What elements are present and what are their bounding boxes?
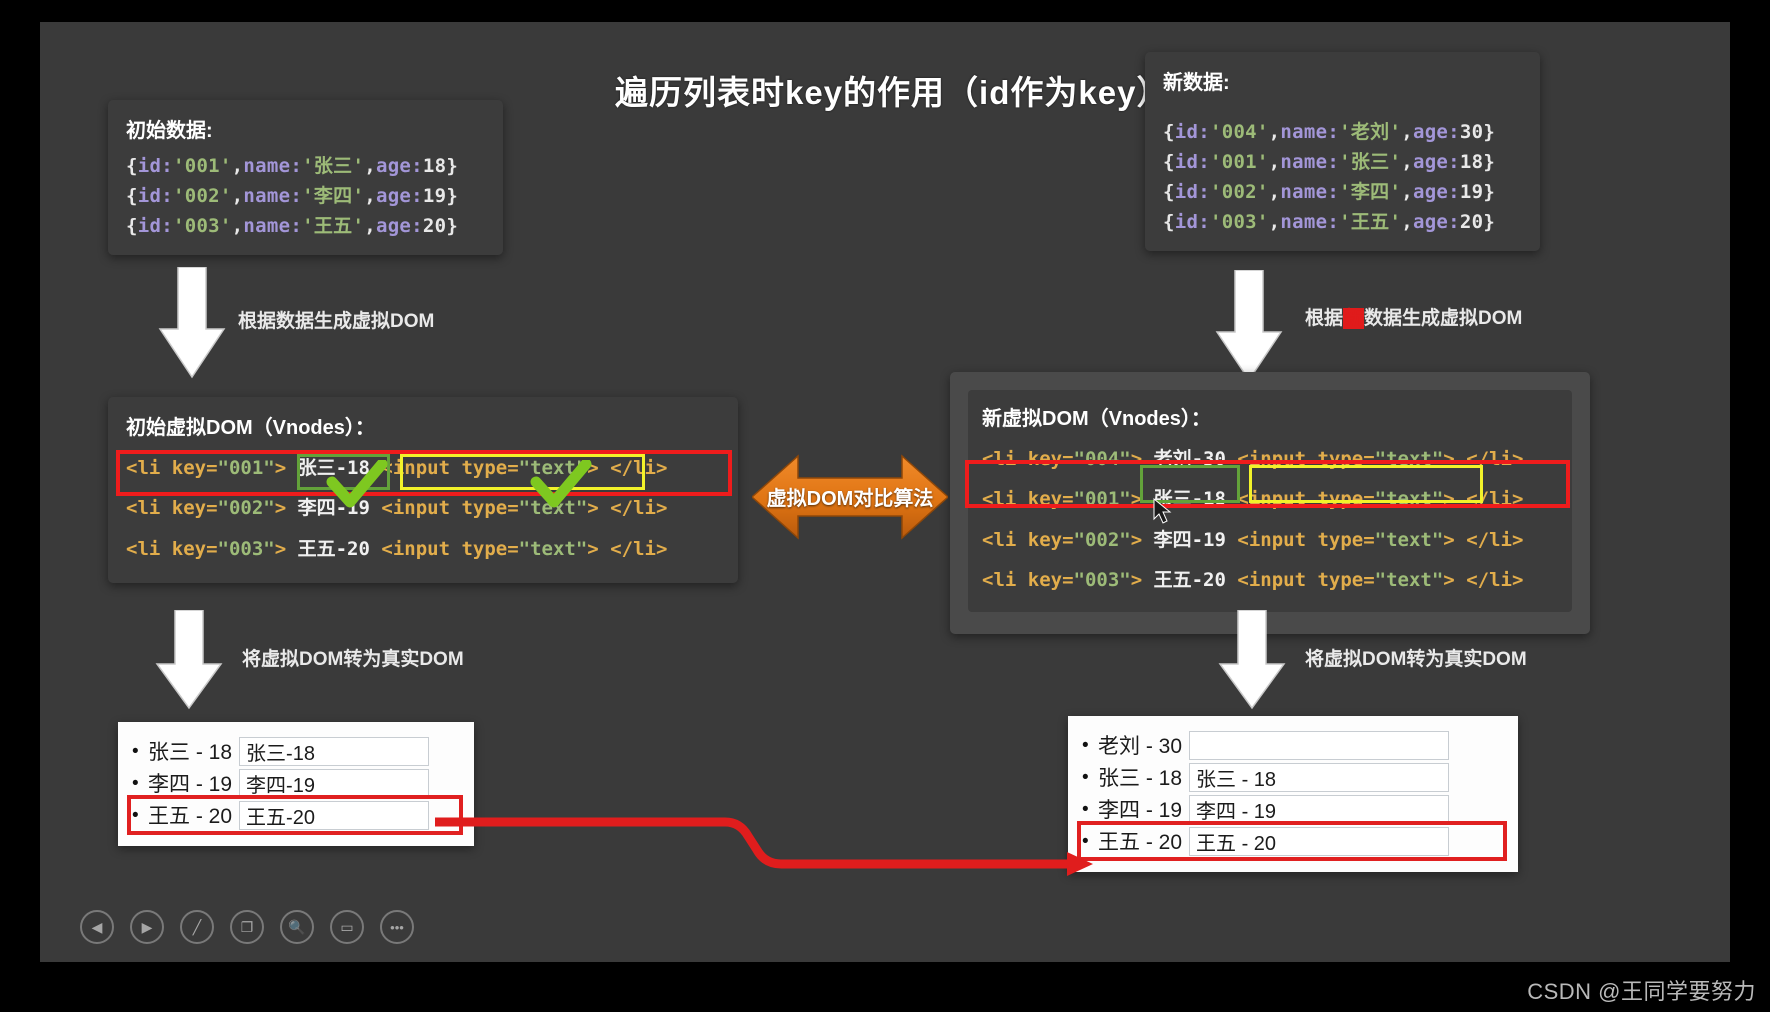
pen-tool-icon: ╱ [193,919,201,936]
presenter-view-button[interactable]: ▭ [330,910,364,944]
next-slide-icon: ▶ [142,919,153,936]
real-dom-right-item: •李四 - 19李四 - 19 [1082,794,1502,824]
zoom-button[interactable]: 🔍 [280,910,314,944]
annotation-right-generate-before: 根据 [1305,308,1343,329]
prev-slide-icon: ◀ [92,919,103,936]
new-data-panel: 新数据: {id:'004',name:'老刘',age:30}{id:'001… [1145,52,1540,251]
page-title: 遍历列表时key的作用（id作为key） [615,66,1170,114]
new-vnode-line: <li key="004"> 老刘-30 <input type="text">… [982,439,1558,479]
real-dom-left-item: •王五 - 20王五-20 [132,800,458,830]
old-vnode-line: <li key="002"> 李四-19 <input type="text">… [126,488,720,528]
real-dom-left-input[interactable]: 张三-18 [239,737,429,766]
real-dom-left-item: •李四 - 19李四-19 [132,768,458,798]
real-dom-left-input[interactable]: 李四-19 [239,769,429,798]
old-vnode-lines: <li key="001"> 张三-18 <input type="text">… [126,448,720,569]
real-dom-right-list: •老刘 - 30•张三 - 18张三 - 18•李四 - 19李四 - 19•王… [1068,716,1518,872]
down-arrow-left-generate [158,267,226,379]
slide-canvas: 遍历列表时key的作用（id作为key） 初始数据: {id:'001',nam… [40,22,1730,962]
real-dom-right-input[interactable]: 李四 - 19 [1189,795,1449,824]
new-vnode-line: <li key="003"> 王五-20 <input type="text">… [982,560,1558,600]
real-dom-left-item: •张三 - 18张三-18 [132,736,458,766]
initial-data-row: {id:'001',name:'张三',age:18} [126,151,485,181]
diff-algorithm-label: 虚拟DOM对比算法 [756,482,944,511]
more-options-button[interactable]: ••• [380,910,414,944]
real-dom-right-label: 李四 - 19 [1098,794,1182,824]
new-data-row: {id:'004',name:'老刘',age:30} [1163,117,1522,147]
old-vnode-line: <li key="003"> 王五-20 <input type="text">… [126,529,720,569]
slide-overview-icon: ❐ [241,919,254,936]
initial-data-heading: 初始数据: [126,114,485,143]
initial-data-lines: {id:'001',name:'张三',age:18}{id:'002',nam… [126,151,485,241]
pen-tool-button[interactable]: ╱ [180,910,214,944]
new-data-row: {id:'003',name:'王五',age:20} [1163,207,1522,237]
prev-slide-button[interactable]: ◀ [80,910,114,944]
list-bullet-icon: • [132,806,148,825]
real-dom-left-input[interactable]: 王五-20 [239,801,429,830]
real-dom-left-list: •张三 - 18张三-18•李四 - 19李四-19•王五 - 20王五-20 [118,722,474,846]
list-bullet-icon: • [1082,768,1098,787]
real-dom-right-input[interactable] [1189,731,1449,760]
old-vnode-heading: 初始虚拟DOM（Vnodes）： [126,411,720,440]
more-options-icon: ••• [390,920,404,935]
new-data-row: {id:'002',name:'李四',age:19} [1163,177,1522,207]
real-dom-right-label: 王五 - 20 [1098,826,1182,856]
real-dom-left-label: 王五 - 20 [148,800,232,830]
new-vnode-line: <li key="002"> 李四-19 <input type="text">… [982,520,1558,560]
initial-data-panel: 初始数据: {id:'001',name:'张三',age:18}{id:'00… [108,100,503,255]
new-vnode-panel: 新虚拟DOM（Vnodes）： <li key="004"> 老刘-30 <in… [950,372,1590,634]
annotation-right-generate: 根据新数据生成虚拟DOM [1305,303,1522,330]
annotation-left-to-real: 将虚拟DOM转为真实DOM [242,644,464,671]
new-data-lines: {id:'004',name:'老刘',age:30}{id:'001',nam… [1163,117,1522,237]
annotation-right-generate-after: 数据生成虚拟DOM [1364,308,1522,329]
presentation-toolbar[interactable]: ◀ ▶ ╱ ❐ 🔍 ▭ ••• [80,910,414,944]
red-connector-arrow [435,792,1095,882]
list-bullet-icon: • [1082,736,1098,755]
real-dom-left-label: 张三 - 18 [148,736,232,766]
real-dom-left-label: 李四 - 19 [148,768,232,798]
annotation-right-generate-mark: 新 [1343,308,1364,329]
slide-overview-button[interactable]: ❐ [230,910,264,944]
real-dom-right-item: •张三 - 18张三 - 18 [1082,762,1502,792]
new-vnode-line: <li key="001"> 张三-18 <input type="text">… [982,479,1558,519]
next-slide-button[interactable]: ▶ [130,910,164,944]
real-dom-right-input[interactable]: 王五 - 20 [1189,827,1449,856]
new-data-heading: 新数据: [1163,66,1522,95]
new-data-row: {id:'001',name:'张三',age:18} [1163,147,1522,177]
list-bullet-icon: • [132,742,148,761]
initial-data-row: {id:'002',name:'李四',age:19} [126,181,485,211]
new-vnode-lines: <li key="004"> 老刘-30 <input type="text">… [982,439,1558,600]
old-vnode-line: <li key="001"> 张三-18 <input type="text">… [126,448,720,488]
down-arrow-left-to-real [155,610,223,710]
watermark: CSDN @王同学要努力 [1527,974,1756,1006]
real-dom-right-item: •老刘 - 30 [1082,730,1502,760]
real-dom-right-input[interactable]: 张三 - 18 [1189,763,1449,792]
zoom-icon: 🔍 [288,919,305,936]
initial-data-row: {id:'003',name:'王五',age:20} [126,211,485,241]
real-dom-right-item: •王五 - 20王五 - 20 [1082,826,1502,856]
real-dom-right-label: 老刘 - 30 [1098,730,1182,760]
list-bullet-icon: • [132,774,148,793]
presenter-view-icon: ▭ [340,919,353,936]
annotation-left-generate: 根据数据生成虚拟DOM [238,306,434,333]
real-dom-right-label: 张三 - 18 [1098,762,1182,792]
down-arrow-right-generate [1215,270,1283,382]
down-arrow-right-to-real [1218,610,1286,710]
old-vnode-panel: 初始虚拟DOM（Vnodes）： <li key="001"> 张三-18 <i… [108,397,738,583]
annotation-right-to-real: 将虚拟DOM转为真实DOM [1305,644,1527,671]
new-vnode-heading: 新虚拟DOM（Vnodes）： [982,402,1558,431]
